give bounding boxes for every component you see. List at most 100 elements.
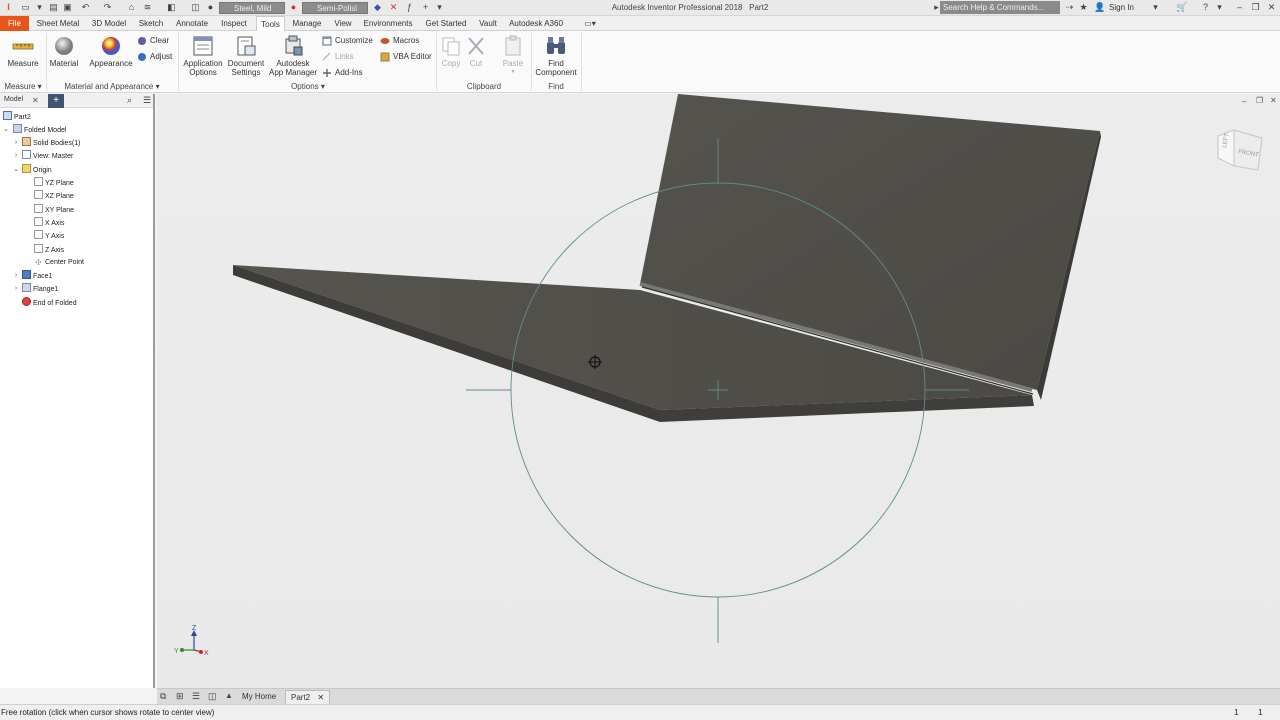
tree-origin[interactable]: Origin (22, 164, 52, 176)
user-icon[interactable]: 👤 (1094, 2, 1105, 13)
tab-view[interactable]: View (329, 16, 357, 31)
restore-icon[interactable]: ❐ (1250, 2, 1261, 13)
measure-button[interactable]: Measure (4, 35, 42, 68)
links-button[interactable]: Links (322, 51, 354, 63)
tree-x-axis[interactable]: X Axis (34, 217, 64, 229)
help-icon[interactable]: ? (1200, 2, 1211, 13)
tab-annotate[interactable]: Annotate (171, 16, 213, 31)
tab-autodesk-a360[interactable]: Autodesk A360 (504, 16, 568, 31)
help-dropdown-icon[interactable]: ▾ (1214, 2, 1225, 13)
viewport-close-icon[interactable]: ✕ (1270, 96, 1277, 105)
select-icon[interactable]: ◧ (166, 2, 177, 13)
ribbon-toggle-icon[interactable]: ▭▾ (580, 16, 600, 31)
tree-z-axis[interactable]: Z Axis (34, 244, 64, 256)
document-settings-button[interactable]: Document Settings (226, 35, 266, 77)
tree-folded-model[interactable]: Folded Model (13, 124, 66, 136)
tree-end-of-folded[interactable]: End of Folded (22, 297, 77, 309)
browser-root-part[interactable]: Part2 (3, 111, 31, 123)
sign-in-link[interactable]: Sign In (1109, 3, 1134, 12)
customize-qat-icon[interactable]: ▾ (434, 2, 445, 13)
cascade-windows-icon[interactable]: ⧉ (160, 691, 166, 702)
document-list-icon[interactable]: ▲ (225, 691, 233, 700)
open-folder-icon[interactable]: ▤ (48, 2, 59, 13)
tree-view-master[interactable]: View: Master (22, 150, 73, 162)
add-browser-tab-icon[interactable]: + (48, 94, 64, 108)
viewport-minimize-icon[interactable]: – (1242, 97, 1246, 106)
appearance-ball-icon[interactable]: ● (288, 2, 299, 13)
tree-center-point[interactable]: ✣ Center Point (34, 257, 84, 269)
paste-dropdown-icon[interactable]: ▾ (500, 68, 526, 77)
tree-xz-plane[interactable]: XZ Plane (34, 190, 74, 202)
home-icon[interactable]: ⌂ (126, 2, 137, 13)
sign-in-dropdown-icon[interactable]: ▾ (1150, 2, 1161, 13)
minimize-icon[interactable]: – (1234, 2, 1245, 13)
view-master-expander-icon[interactable]: › (12, 152, 20, 159)
undo-icon[interactable]: ↶ (80, 2, 91, 13)
tab-get-started[interactable]: Get Started (420, 16, 472, 31)
face1-expander-icon[interactable]: › (12, 272, 20, 279)
copy-button[interactable]: Copy (440, 35, 462, 68)
material-select[interactable]: Steel, Mild (219, 2, 285, 14)
tree-y-axis[interactable]: Y Axis (34, 230, 64, 242)
tree-flange1[interactable]: Flange1 (22, 283, 58, 295)
open-icon[interactable]: ▾ (34, 2, 45, 13)
tab-tools[interactable]: Tools (256, 16, 285, 31)
folded-model-expander-icon[interactable]: ⌄ (2, 125, 10, 133)
application-options-button[interactable]: Application Options (180, 35, 226, 77)
tab-file[interactable]: File (0, 16, 29, 31)
tab-sheet-metal[interactable]: Sheet Metal (31, 16, 85, 31)
tree-xy-plane[interactable]: XY Plane (34, 204, 74, 216)
close-window-icon[interactable]: ✕ (1266, 2, 1277, 13)
solid-bodies-expander-icon[interactable]: › (12, 139, 20, 146)
tree-solid-bodies[interactable]: Solid Bodies(1) (22, 137, 80, 149)
panel-material-appearance-label[interactable]: Material and Appearance ▾ (48, 81, 176, 92)
tab-environments[interactable]: Environments (360, 16, 416, 31)
tab-vault[interactable]: Vault (474, 16, 502, 31)
tab-sketch[interactable]: Sketch (133, 16, 169, 31)
tab-manage[interactable]: Manage (288, 16, 326, 31)
adjust-icon[interactable]: ◆ (372, 2, 383, 13)
appearance-button[interactable]: Appearance (88, 35, 134, 68)
tree-yz-plane[interactable]: YZ Plane (34, 177, 74, 189)
browser-tab-model[interactable]: Model (4, 96, 23, 103)
tile-horizontal-icon[interactable]: ☰ (192, 691, 200, 702)
cart-icon[interactable]: 🛒 (1176, 2, 1187, 13)
tab-inspect[interactable]: Inspect (215, 16, 253, 31)
material-button[interactable]: Material (48, 35, 80, 68)
formula-icon[interactable]: ƒ (404, 2, 415, 13)
panel-measure-label[interactable]: Measure ▾ (0, 81, 46, 92)
new-icon[interactable]: ▭ (20, 2, 31, 13)
clear-button[interactable]: Clear (137, 35, 169, 47)
browser-menu-icon[interactable]: ☰ (143, 95, 151, 106)
communication-icon[interactable]: ⇢ (1064, 2, 1075, 13)
doc-tab-part2[interactable]: Part2 ✕ (285, 690, 331, 704)
tab-3d-model[interactable]: 3D Model (87, 16, 131, 31)
plus-icon[interactable]: + (420, 2, 431, 13)
material-ball-icon[interactable]: ● (205, 2, 216, 13)
find-component-button[interactable]: Find Component (533, 35, 579, 77)
redo-icon[interactable]: ↷ (102, 2, 113, 13)
tile-windows-icon[interactable]: ⊞ (176, 691, 184, 702)
save-icon[interactable]: ▣ (62, 2, 73, 13)
origin-expander-icon[interactable]: ⌄ (12, 165, 20, 173)
cut-button[interactable]: Cut (465, 35, 487, 68)
help-search-input[interactable]: Search Help & Commands... (940, 1, 1060, 14)
add-ins-button[interactable]: Add-Ins (322, 67, 363, 79)
appearance-select[interactable]: Semi-Polisl (302, 2, 368, 14)
browser-tab-close-icon[interactable]: ✕ (32, 96, 39, 105)
doc-tab-close-icon[interactable]: ✕ (317, 693, 324, 702)
adjust-button[interactable]: Adjust (137, 51, 172, 63)
paste-button[interactable]: Paste ▾ (500, 35, 526, 77)
doc-tab-my-home[interactable]: My Home (237, 690, 281, 704)
vba-editor-button[interactable]: VBA Editor (380, 51, 432, 63)
app-logo-icon[interactable]: I (3, 2, 14, 13)
browser-search-icon[interactable]: ⌕ (127, 95, 132, 106)
graphics-window[interactable]: – ❐ ✕ LEFT FRONT Z Y X (157, 94, 1280, 688)
panel-options-label[interactable]: Options ▾ (180, 81, 436, 92)
sketch-icon[interactable]: ◫ (190, 2, 201, 13)
update-icon[interactable]: ≋ (142, 2, 153, 13)
macros-button[interactable]: Macros (380, 35, 419, 47)
app-manager-button[interactable]: Autodesk App Manager (268, 35, 318, 77)
viewport-restore-icon[interactable]: ❐ (1256, 96, 1263, 105)
view-cube[interactable]: LEFT FRONT (1212, 128, 1266, 174)
